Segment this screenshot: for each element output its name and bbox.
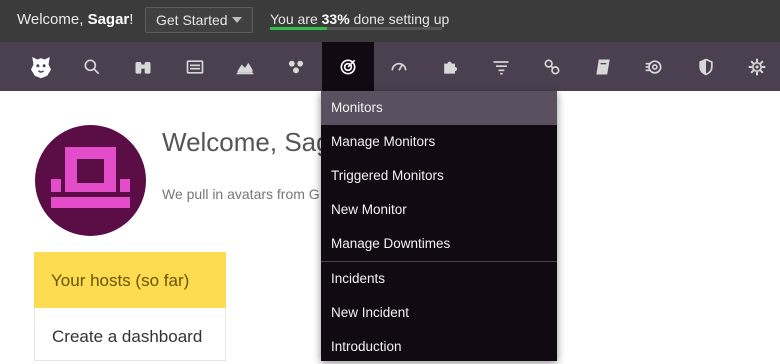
get-started-dropdown[interactable]: Get Started — [145, 7, 253, 33]
create-dashboard-card[interactable]: Create a dashboard — [34, 308, 226, 361]
gear-icon[interactable] — [731, 42, 780, 91]
link-icon[interactable] — [526, 42, 578, 91]
user-avatar — [35, 125, 146, 236]
avatar-info-text: We pull in avatars from G — [162, 186, 320, 202]
avatar-identicon-icon — [51, 147, 130, 208]
menu-item-manage-downtimes[interactable]: Manage Downtimes — [321, 227, 557, 261]
menu-item-manage-monitors[interactable]: Manage Monitors — [321, 125, 557, 159]
top-bar: Welcome, Sagar! Get Started You are 33% … — [0, 0, 780, 42]
notebook-icon[interactable] — [577, 42, 629, 91]
welcome-message: Welcome, Sagar! — [17, 11, 133, 28]
synthetics-icon[interactable] — [628, 42, 680, 91]
dashboard-icon[interactable] — [169, 42, 221, 91]
menu-item-new-monitor[interactable]: New Monitor — [321, 193, 557, 227]
logs-icon[interactable] — [475, 42, 527, 91]
welcome-prefix: Welcome, — [17, 11, 88, 28]
hexagons-icon[interactable] — [270, 42, 322, 91]
setup-progress-text: You are 33% done setting up — [270, 11, 449, 27]
user-name: Sagar — [87, 11, 130, 28]
page-title: Welcome, Saga — [162, 127, 346, 157]
puzzle-icon[interactable] — [424, 42, 476, 91]
your-hosts-card[interactable]: Your hosts (so far) — [34, 252, 226, 308]
search-icon[interactable] — [66, 42, 118, 91]
progress-percent: 33% — [321, 11, 350, 27]
security-shield-icon[interactable] — [680, 42, 732, 91]
menu-item-triggered-monitors[interactable]: Triggered Monitors — [321, 159, 557, 193]
menu-item-introduction[interactable]: Introduction — [321, 330, 557, 364]
datadog-logo-icon[interactable] — [15, 42, 67, 91]
monitors-icon[interactable] — [322, 42, 374, 91]
caret-down-icon — [232, 17, 242, 23]
gauge-icon[interactable] — [373, 42, 425, 91]
metrics-chart-icon[interactable] — [219, 42, 271, 91]
menu-item-new-incident[interactable]: New Incident — [321, 296, 557, 330]
menu-item-incidents[interactable]: Incidents — [321, 262, 557, 296]
progress-suffix: done setting up — [349, 11, 450, 27]
menu-item-monitors[interactable]: Monitors — [321, 91, 557, 125]
get-started-label: Get Started — [156, 12, 228, 28]
main-nav-bar — [0, 42, 780, 91]
progress-prefix: You are — [270, 11, 322, 27]
monitors-dropdown-menu: Monitors Manage Monitors Triggered Monit… — [321, 91, 557, 361]
welcome-suffix: ! — [129, 11, 134, 28]
setup-progress-bar — [270, 27, 442, 30]
setup-progress-fill — [270, 27, 327, 30]
binoculars-icon[interactable] — [117, 42, 169, 91]
